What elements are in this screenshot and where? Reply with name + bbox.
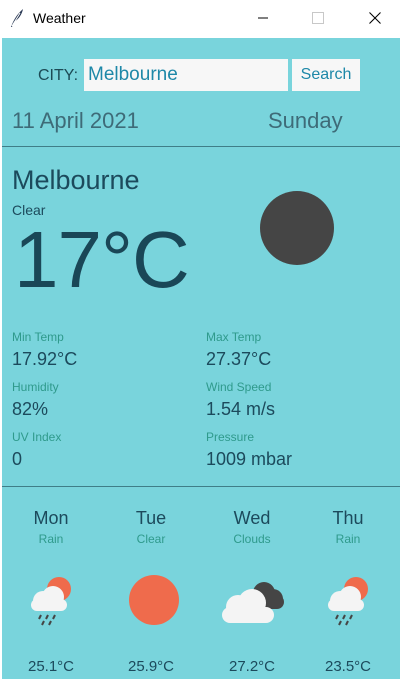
uv-index-label: UV Index	[12, 430, 62, 444]
weather-app: CITY: Search 11 April 2021 Sunday Melbou…	[2, 38, 400, 679]
rain-icon	[31, 577, 71, 626]
date-label: 11 April 2021	[12, 108, 139, 133]
minimize-icon	[258, 17, 268, 19]
divider	[2, 486, 400, 487]
forecast-day: Tue	[135, 508, 167, 528]
day-label: Sunday	[268, 108, 343, 133]
forecast-temp: 25.9°C	[127, 658, 175, 675]
search-button[interactable]: Search	[292, 59, 360, 91]
moon-icon	[260, 191, 334, 265]
sun-icon	[129, 575, 179, 625]
city-input[interactable]	[84, 59, 288, 91]
current-temperature: 17°C	[14, 215, 190, 304]
forecast-desc: Rain	[335, 532, 361, 546]
forecast-icon	[11, 566, 91, 632]
title-bar: Weather	[0, 0, 402, 36]
forecast-icon	[111, 566, 191, 632]
close-icon	[369, 12, 381, 24]
forecast-day: Thu	[332, 508, 364, 528]
wind-speed-label: Wind Speed	[206, 380, 272, 394]
min-temp-value: 17.92°C	[12, 349, 78, 369]
minimize-button[interactable]	[240, 0, 286, 36]
uv-index-value: 0	[12, 449, 23, 469]
close-button[interactable]	[352, 0, 398, 36]
forecast-day: Wed	[233, 508, 271, 528]
divider	[2, 146, 400, 147]
min-temp-label: Min Temp	[12, 330, 64, 344]
forecast-temp: 25.1°C	[27, 658, 75, 675]
current-city: Melbourne	[12, 165, 140, 195]
pressure-label: Pressure	[206, 430, 255, 444]
clouds-icon	[222, 582, 284, 623]
max-temp-value: 27.37°C	[206, 349, 272, 369]
rain-icon	[328, 577, 368, 626]
forecast-desc: Rain	[38, 532, 64, 546]
forecast-icon	[212, 566, 292, 632]
max-temp-label: Max Temp	[206, 330, 262, 344]
forecast-temp: 27.2°C	[228, 658, 276, 675]
humidity-value: 82%	[12, 399, 49, 419]
forecast-desc: Clear	[136, 532, 166, 546]
pressure-value: 1009 mbar	[206, 449, 293, 469]
city-label: CITY:	[38, 67, 79, 84]
forecast-temp: 23.5°C	[324, 658, 372, 675]
maximize-icon	[312, 12, 324, 24]
forecast-desc: Clouds	[233, 532, 271, 546]
window-title: Weather	[33, 10, 86, 26]
forecast-day: Mon	[33, 508, 69, 528]
maximize-button[interactable]	[295, 0, 341, 36]
humidity-label: Humidity	[12, 380, 59, 394]
forecast-icon	[308, 566, 388, 632]
feather-icon	[11, 9, 23, 27]
wind-speed-value: 1.54 m/s	[206, 399, 276, 419]
